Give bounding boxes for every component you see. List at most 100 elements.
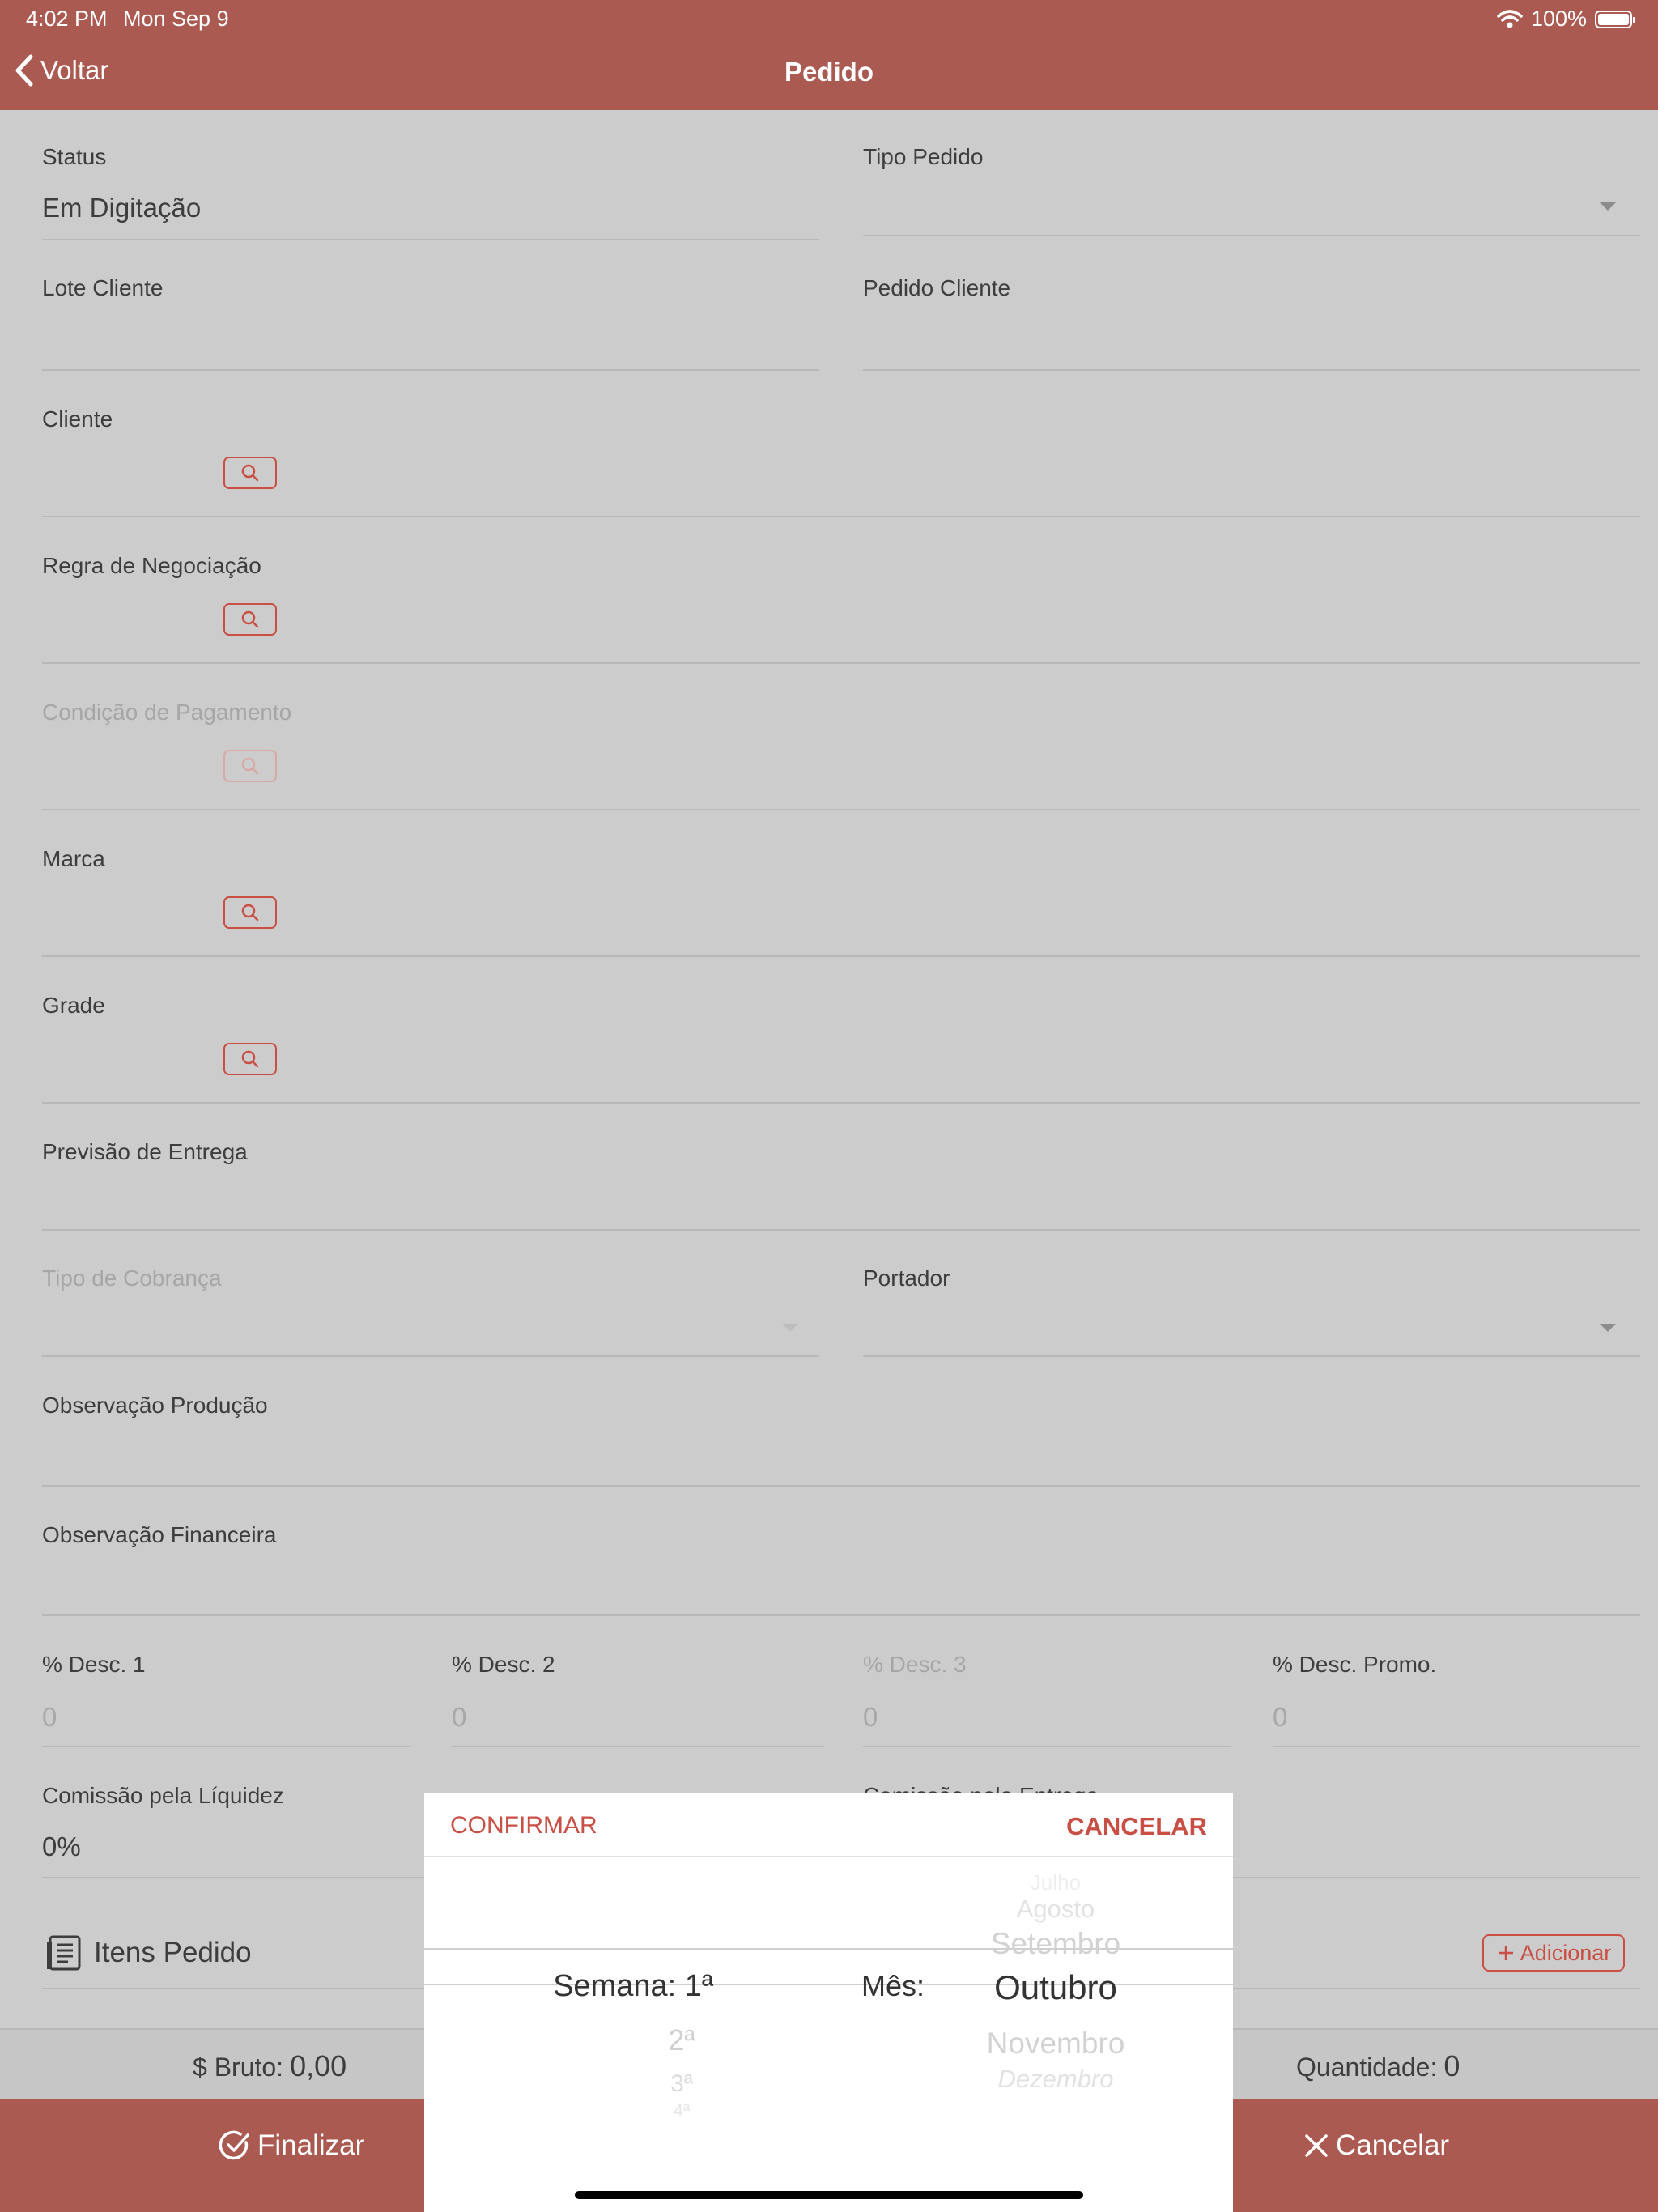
close-icon [1305,2134,1328,2157]
tipo-pedido-label: Tipo Pedido [863,144,984,169]
marca-label: Marca [42,846,105,871]
month-week-picker: CONFIRMAR CANCELAR Semana: 1ª 2ª 3ª 4ª M… [424,1793,1233,2212]
desc2-input[interactable]: 0 [452,1702,466,1733]
week-option: 3ª [670,2070,693,2097]
status-time: 4:02 PM [26,6,108,31]
desc2-label: % Desc. 2 [452,1652,555,1677]
previsao-label: Previsão de Entrega [42,1139,248,1164]
page-title: Pedido [784,57,874,87]
cliente-label: Cliente [42,406,113,432]
obs-producao-label: Observação Produção [42,1393,268,1418]
obs-financeira-label: Observação Financeira [42,1522,277,1547]
bruto-label: $ Bruto: [193,2052,284,2082]
battery-percent: 100% [1530,6,1587,31]
add-item-button[interactable]: Adicionar [1482,1934,1625,1972]
finalizar-button[interactable]: Finalizar [219,2129,364,2162]
lote-cliente-label: Lote Cliente [42,275,164,300]
week-label: Semana: [553,1969,677,2003]
regra-label: Regra de Negociação [42,553,261,578]
desc3-label: % Desc. 3 [863,1652,967,1677]
status-right: 100% [1497,6,1635,32]
regra-underline [42,662,1640,664]
month-wheel[interactable]: Julho Agosto Setembro Outubro Novembro D… [942,1857,1169,2212]
month-option: Julho [1030,1870,1082,1895]
desc-promo-label: % Desc. Promo. [1273,1652,1437,1677]
pedido-cliente-underline [863,369,1640,371]
itens-title: Itens Pedido [94,1937,252,1968]
obs-financeira-input[interactable] [42,1556,1640,1613]
tipo-pedido-underline [863,235,1640,236]
finalizar-label: Finalizar [257,2129,365,2161]
tipo-pedido-select[interactable] [863,178,1640,235]
status-label: Status [42,144,107,169]
pedido-cliente-label: Pedido Cliente [863,275,1011,300]
month-selected: Outubro [994,1968,1117,2006]
home-indicator [575,2191,1083,2199]
top-bar: 4:02 PM Mon Sep 9 100% Voltar Pedido [0,0,1658,110]
picker-confirm-button[interactable]: CONFIRMAR [450,1812,597,1840]
picker-cancel-button[interactable]: CANCELAR [1066,1812,1207,1841]
desc3-input[interactable]: 0 [863,1702,878,1733]
desc1-label: % Desc. 1 [42,1652,146,1677]
obs-financeira-underline [42,1614,1640,1616]
search-icon [241,464,259,482]
desc1-input[interactable]: 0 [42,1702,57,1733]
desc2-underline [452,1746,824,1747]
status-value: Em Digitação [42,193,202,223]
lote-cliente-underline [42,369,819,371]
desc-promo-underline [1273,1746,1640,1747]
week-value: 1ª [684,1969,713,2003]
plus-icon [1498,1946,1513,1960]
desc-promo-input[interactable]: 0 [1273,1702,1287,1733]
week-option: 4ª [673,2100,691,2121]
lote-cliente-input[interactable] [42,312,819,368]
month-option: Agosto [1016,1895,1095,1923]
cancelar-label: Cancelar [1336,2129,1450,2161]
bruto-total: $ Bruto: 0,00 [193,2049,346,2083]
month-option: Novembro [986,2027,1125,2060]
tipo-cobranca-underline [42,1355,819,1357]
comissao-liquidez-label: Comissão pela Líquidez [42,1783,284,1808]
quantidade-value: 0 [1443,2049,1460,2082]
grade-label: Grade [42,993,105,1018]
search-icon [241,610,259,628]
pedido-cliente-input[interactable] [863,312,1640,368]
bruto-value: 0,00 [290,2049,347,2082]
week-wheel[interactable]: Semana: 1ª 2ª 3ª 4ª [528,1874,738,2212]
obs-producao-input[interactable] [42,1427,1640,1483]
grade-underline [42,1102,1640,1104]
desc3-underline [863,1746,1231,1747]
grade-search-button[interactable] [223,1043,277,1075]
previsao-input[interactable] [42,1174,1640,1227]
search-icon [241,1050,259,1068]
week-selected: Semana: 1ª [528,1969,738,2004]
status-date: Mon Sep 9 [123,6,229,31]
regra-search-button[interactable] [223,603,277,636]
marca-search-button[interactable] [223,896,277,929]
month-label: Mês: [861,1969,925,2002]
condicao-search-button[interactable] [223,750,277,782]
portador-select[interactable] [863,1300,1640,1356]
marca-underline [42,955,1640,957]
quantidade-label: Quantidade: [1296,2052,1438,2082]
tipo-cobranca-label: Tipo de Cobrança [42,1266,222,1291]
add-item-label: Adicionar [1520,1940,1612,1965]
quantidade-total: Quantidade: 0 [1296,2049,1460,2083]
tipo-cobranca-select[interactable] [42,1300,819,1356]
desc1-underline [42,1746,410,1747]
week-option: 2ª [668,2023,695,2057]
portador-underline [863,1355,1640,1357]
status-underline [42,239,819,240]
check-circle-icon [219,2130,249,2160]
search-icon [241,904,259,921]
dropdown-caret-icon [782,1324,798,1332]
document-list-icon [47,1935,81,1971]
cliente-underline [42,516,1640,517]
cliente-search-button[interactable] [223,457,277,489]
previsao-underline [42,1229,1640,1231]
cancelar-button[interactable]: Cancelar [1303,2129,1449,2162]
condicao-underline [42,809,1640,810]
search-icon [241,757,259,775]
condicao-label: Condição de Pagamento [42,700,292,725]
comissao-liquidez-value: 0% [42,1831,81,1861]
